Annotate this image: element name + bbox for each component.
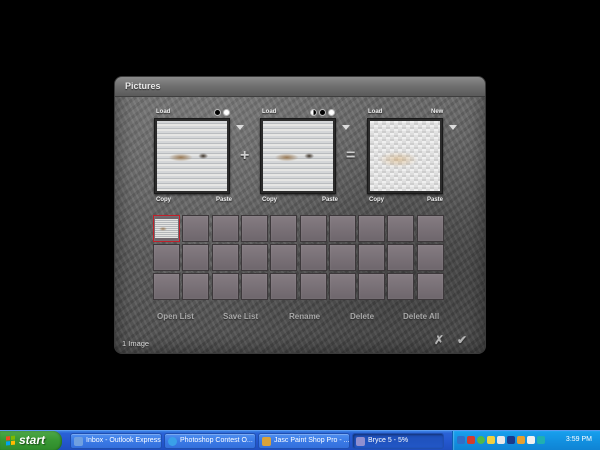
thumbnail-cell-selected[interactable] xyxy=(153,215,180,242)
psp-icon xyxy=(262,437,271,446)
task-label: Jasc Paint Shop Pro - ... xyxy=(274,437,350,444)
ie-icon xyxy=(168,437,177,446)
thumbnail-cell[interactable] xyxy=(241,273,268,300)
clock: 3:59 PM xyxy=(565,436,592,443)
task-outlook-express[interactable]: Inbox - Outlook Express xyxy=(70,433,162,449)
thumbnail-cell[interactable] xyxy=(182,215,209,242)
plus-icon: + xyxy=(240,147,250,164)
image-count-status: 1 Image xyxy=(122,339,150,348)
task-label: Photoshop Contest O... xyxy=(180,437,253,444)
white-mask-icon[interactable] xyxy=(328,109,335,116)
rename-button[interactable]: Rename xyxy=(289,312,320,321)
windows-logo-icon xyxy=(6,435,16,447)
slot3-image xyxy=(370,121,440,191)
thumbnail-cell[interactable] xyxy=(358,215,385,242)
slot1-paste-button[interactable]: Paste xyxy=(216,197,232,203)
slot1-dropdown-icon[interactable] xyxy=(236,125,244,130)
printer-icon[interactable] xyxy=(507,436,515,444)
open-list-button[interactable]: Open List xyxy=(157,312,194,321)
thumbnail-cell[interactable] xyxy=(329,273,356,300)
thumbnail-cell[interactable] xyxy=(358,244,385,271)
task-bryce[interactable]: Bryce 5 - 5% xyxy=(352,433,444,449)
antivirus-icon[interactable] xyxy=(497,436,505,444)
thumbnail-image xyxy=(155,219,178,238)
dialog-title: Pictures xyxy=(125,81,161,91)
bryce-icon xyxy=(356,437,365,446)
slot2-load-button[interactable]: Load xyxy=(262,109,276,115)
slot3-load-button[interactable]: Load xyxy=(368,109,382,115)
task-photoshop-contest[interactable]: Photoshop Contest O... xyxy=(164,433,256,449)
slot2-paste-button[interactable]: Paste xyxy=(322,197,338,203)
delete-button[interactable]: Delete xyxy=(350,312,374,321)
volume-icon[interactable] xyxy=(487,436,495,444)
thumbnail-cell[interactable] xyxy=(270,215,297,242)
thumbnail-cell[interactable] xyxy=(241,215,268,242)
delete-all-button[interactable]: Delete All xyxy=(403,312,439,321)
thumbnail-cell[interactable] xyxy=(153,244,180,271)
thumbnail-cell[interactable] xyxy=(329,244,356,271)
thumbnail-cell[interactable] xyxy=(182,273,209,300)
thumbnail-cell[interactable] xyxy=(387,244,414,271)
thumbnail-cell[interactable] xyxy=(300,215,327,242)
slot2-copy-button[interactable]: Copy xyxy=(262,197,277,203)
equals-icon: = xyxy=(346,147,356,164)
title-bar[interactable]: Pictures xyxy=(115,77,485,97)
thumbnail-cell[interactable] xyxy=(358,273,385,300)
thumbnail-cell[interactable] xyxy=(417,273,444,300)
slot1-image xyxy=(157,121,227,191)
start-button[interactable]: start xyxy=(0,431,62,450)
x-icon[interactable]: ✗ xyxy=(434,333,444,347)
black-mask-icon[interactable] xyxy=(319,109,326,116)
thumbnail-cell[interactable] xyxy=(300,244,327,271)
slot3-picture[interactable] xyxy=(367,118,443,194)
half-mask-icon[interactable] xyxy=(310,109,317,116)
thumbnail-cell[interactable] xyxy=(387,273,414,300)
thumbnail-cell[interactable] xyxy=(300,273,327,300)
msn-icon[interactable] xyxy=(477,436,485,444)
thumbnail-cell[interactable] xyxy=(182,244,209,271)
thumbnail-cell[interactable] xyxy=(387,215,414,242)
slot3-copy-button[interactable]: Copy xyxy=(369,197,384,203)
thumbnail-cell[interactable] xyxy=(212,244,239,271)
check-icon[interactable]: ✔ xyxy=(457,333,467,347)
slot3-new-button[interactable]: New xyxy=(431,109,443,115)
slot3-paste-button[interactable]: Paste xyxy=(427,197,443,203)
shield-icon[interactable] xyxy=(467,436,475,444)
slot3-dropdown-icon[interactable] xyxy=(449,125,457,130)
black-mask-icon[interactable] xyxy=(214,109,221,116)
task-paint-shop-pro[interactable]: Jasc Paint Shop Pro - ... xyxy=(258,433,350,449)
slot2-picture[interactable] xyxy=(260,118,336,194)
thumbnail-cell[interactable] xyxy=(212,273,239,300)
start-label: start xyxy=(19,433,46,447)
thumbnail-cell[interactable] xyxy=(241,244,268,271)
thumbnail-cell[interactable] xyxy=(270,244,297,271)
thumbnail-cell[interactable] xyxy=(270,273,297,300)
task-label: Bryce 5 - 5% xyxy=(368,437,409,444)
system-tray: 3:59 PM xyxy=(452,431,600,450)
thumbnail-cell[interactable] xyxy=(417,244,444,271)
slot1-load-button[interactable]: Load xyxy=(156,109,170,115)
update-icon[interactable] xyxy=(517,436,525,444)
thumbnail-cell[interactable] xyxy=(153,273,180,300)
save-list-button[interactable]: Save List xyxy=(223,312,258,321)
thumbnail-grid xyxy=(153,215,446,302)
slot2-dropdown-icon[interactable] xyxy=(342,125,350,130)
white-mask-icon[interactable] xyxy=(223,109,230,116)
clipboard-icon[interactable] xyxy=(527,436,535,444)
slot1-copy-button[interactable]: Copy xyxy=(156,197,171,203)
thumbnail-cell[interactable] xyxy=(417,215,444,242)
misc-icon[interactable] xyxy=(537,436,545,444)
slot2-image xyxy=(263,121,333,191)
slot1-picture[interactable] xyxy=(154,118,230,194)
outlook-icon xyxy=(74,437,83,446)
thumbnail-cell[interactable] xyxy=(212,215,239,242)
thumbnail-cell[interactable] xyxy=(329,215,356,242)
task-label: Inbox - Outlook Express xyxy=(86,437,161,444)
network-icon[interactable] xyxy=(457,436,465,444)
taskbar: start Inbox - Outlook Express Photoshop … xyxy=(0,430,600,450)
